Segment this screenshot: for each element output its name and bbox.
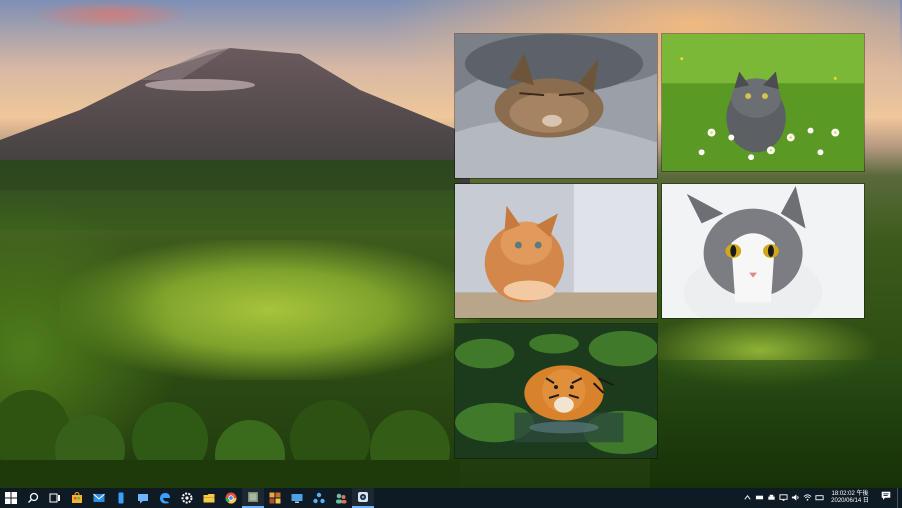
camera-app-icon	[356, 490, 370, 504]
printer-icon	[767, 489, 776, 507]
photo-app-button[interactable]	[242, 488, 264, 508]
volume-icon	[791, 489, 800, 507]
people-app-icon	[334, 491, 348, 505]
desktop-wallpaper	[0, 0, 902, 488]
start-button[interactable]	[0, 488, 22, 508]
tray-overflow-button[interactable]	[741, 488, 753, 508]
clock-date: 2020/06/14 日	[831, 498, 869, 504]
mail-icon	[92, 491, 106, 505]
tray-keyboard[interactable]	[813, 488, 825, 508]
photo-kitten-in-flowers[interactable]	[661, 33, 865, 172]
network-device-icon	[755, 489, 764, 507]
cloud	[30, 0, 190, 30]
tray-network-device[interactable]	[753, 488, 765, 508]
file-explorer-icon	[202, 491, 216, 505]
messaging-icon	[136, 491, 150, 505]
chrome-button[interactable]	[220, 488, 242, 508]
wifi-icon	[803, 489, 812, 507]
tray-display[interactable]	[777, 488, 789, 508]
collage-app-icon	[268, 491, 282, 505]
tray-volume[interactable]	[789, 488, 801, 508]
tray-printer[interactable]	[765, 488, 777, 508]
trees-foreground	[0, 390, 460, 488]
notification-icon	[880, 489, 892, 507]
photo-ginger-kitten[interactable]	[454, 183, 658, 319]
photo-gray-white-cat[interactable]	[661, 183, 865, 319]
settings-button[interactable]	[176, 488, 198, 508]
task-view-icon	[48, 491, 62, 505]
clock-time: 18:02:02 午後	[831, 491, 869, 497]
remote-desktop-icon	[290, 491, 304, 505]
chrome-icon	[224, 491, 238, 505]
search-icon	[26, 491, 40, 505]
taskbar: 18:02:02 午後 2020/06/14 日	[0, 488, 902, 508]
show-desktop-button[interactable]	[897, 488, 902, 508]
edge-icon	[158, 491, 172, 505]
network-app-icon	[312, 491, 326, 505]
collage-app-button[interactable]	[264, 488, 286, 508]
display-icon	[778, 489, 788, 507]
mail-button[interactable]	[88, 488, 110, 508]
phone-icon	[114, 491, 128, 505]
chevron-up-icon	[743, 489, 752, 507]
system-clock[interactable]: 18:02:02 午後 2020/06/14 日	[825, 491, 875, 505]
search-button[interactable]	[22, 488, 44, 508]
network-app-button[interactable]	[308, 488, 330, 508]
camera-app-button[interactable]	[352, 488, 374, 508]
phone-button[interactable]	[110, 488, 132, 508]
remote-desktop-button[interactable]	[286, 488, 308, 508]
forest-right	[650, 360, 902, 488]
store-button[interactable]	[66, 488, 88, 508]
settings-icon	[180, 491, 194, 505]
photo-app-icon	[246, 490, 260, 504]
photo-tiger-in-water[interactable]	[454, 323, 658, 459]
tray-wifi[interactable]	[801, 488, 813, 508]
edge-button[interactable]	[154, 488, 176, 508]
people-app-button[interactable]	[330, 488, 352, 508]
start-icon	[4, 491, 18, 505]
task-view-button[interactable]	[44, 488, 66, 508]
file-explorer-button[interactable]	[198, 488, 220, 508]
messaging-button[interactable]	[132, 488, 154, 508]
keyboard-icon	[814, 489, 824, 507]
system-tray: 18:02:02 午後 2020/06/14 日	[741, 488, 902, 508]
photo-sleeping-tabby-cat[interactable]	[454, 33, 658, 179]
action-center-button[interactable]	[875, 488, 897, 508]
store-icon	[70, 491, 84, 505]
